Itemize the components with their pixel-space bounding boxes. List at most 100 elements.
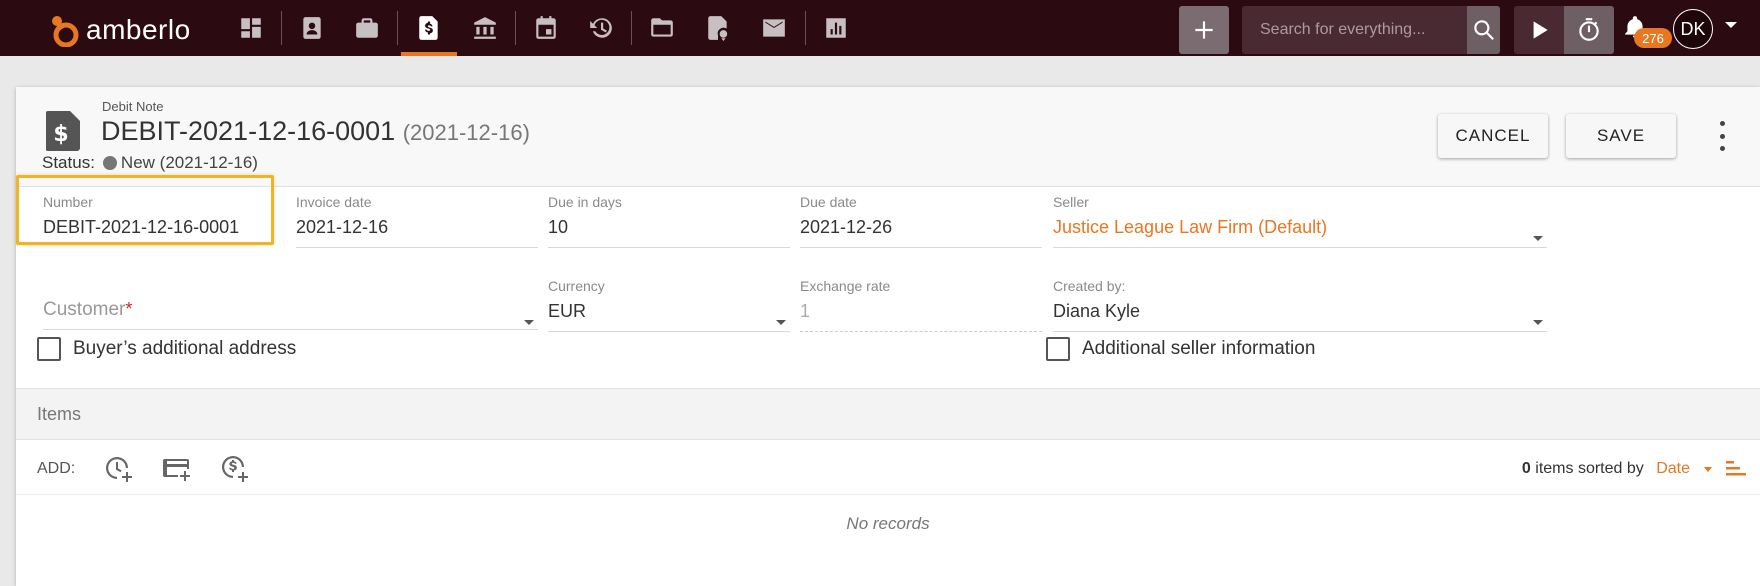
- search-icon: [1473, 20, 1494, 40]
- nav-separator: [631, 11, 632, 45]
- buyer-address-checkbox[interactable]: Buyer’s additional address: [37, 337, 296, 361]
- chevron-down-icon[interactable]: [524, 320, 534, 325]
- nav-separator: [805, 11, 806, 45]
- due-in-days-input[interactable]: 10: [548, 217, 790, 248]
- stopwatch-icon: [1579, 18, 1599, 41]
- currency-select[interactable]: Currency EUR: [548, 278, 790, 332]
- invoice-document-icon: $: [46, 111, 80, 151]
- add-label: ADD:: [37, 460, 76, 477]
- calendar-icon[interactable]: [518, 0, 574, 56]
- created-by-value[interactable]: Diana Kyle: [1053, 301, 1547, 332]
- sort-info: 0 items sorted by Date: [1522, 460, 1690, 478]
- chevron-down-icon[interactable]: [776, 320, 786, 325]
- status-badge: New (2021-12-16): [120, 153, 258, 172]
- timer-controls: [1514, 6, 1614, 54]
- status-label: Status:: [42, 153, 95, 172]
- more-options-icon[interactable]: [1717, 121, 1727, 151]
- items-count: 0: [1521, 460, 1531, 477]
- page-title: DEBIT-2021-12-16-0001 (2021-12-16): [101, 116, 530, 147]
- required-mark: *: [125, 299, 133, 319]
- invoice-date-label: Invoice date: [296, 194, 372, 210]
- seller-label: Seller: [1053, 194, 1089, 210]
- sort-order-icon[interactable]: [1724, 458, 1748, 480]
- exchange-rate-field: Exchange rate 1: [800, 278, 1042, 332]
- user-avatar[interactable]: DK: [1673, 9, 1713, 49]
- nav-separator: [515, 11, 516, 45]
- document-title-date: (2021-12-16): [402, 120, 530, 145]
- global-search-input[interactable]: [1242, 6, 1467, 54]
- global-search: [1242, 6, 1500, 54]
- invoice-icon[interactable]: [401, 0, 457, 56]
- add-new-button[interactable]: [1179, 6, 1229, 54]
- amberlo-logo-icon: [52, 16, 79, 47]
- customer-select[interactable]: Customer*: [43, 278, 538, 330]
- matters-icon[interactable]: [339, 0, 395, 56]
- items-title: Items: [37, 404, 82, 424]
- buyer-address-label: Buyer’s additional address: [73, 338, 297, 359]
- due-in-days-field[interactable]: Due in days 10: [548, 194, 790, 248]
- seller-select[interactable]: Seller Justice League Law Firm (Default): [1053, 194, 1547, 248]
- notifications-badge: 276: [1634, 28, 1672, 48]
- chevron-down-icon[interactable]: [1533, 236, 1543, 241]
- number-field[interactable]: Number DEBIT-2021-12-16-0001: [43, 194, 283, 248]
- document-number: DEBIT-2021-12-16-0001: [101, 116, 396, 146]
- top-navigation-bar: amberlo Search for everything... 276 DK: [0, 0, 1760, 56]
- nav-separator: [281, 11, 282, 45]
- customer-input[interactable]: Customer*: [43, 299, 538, 330]
- reports-icon[interactable]: [808, 0, 864, 56]
- nav-separator: [397, 11, 398, 45]
- invoice-date-input[interactable]: 2021-12-16: [296, 217, 538, 248]
- folder-icon[interactable]: [634, 0, 690, 56]
- debit-note-form: $ Debit Note DEBIT-2021-12-16-0001 (2021…: [16, 87, 1760, 586]
- add-expense-icon[interactable]: [162, 454, 192, 484]
- status-dot-icon: [102, 156, 117, 170]
- status-row: Status: New (2021-12-16): [42, 153, 258, 173]
- invoice-date-field[interactable]: Invoice date 2021-12-16: [296, 194, 538, 248]
- time-history-icon[interactable]: [573, 0, 629, 56]
- exchange-rate-label: Exchange rate: [800, 278, 891, 294]
- certificate-icon[interactable]: [690, 0, 746, 56]
- sorted-by-text: items sorted by: [1535, 460, 1644, 477]
- add-fee-icon[interactable]: [220, 454, 250, 484]
- currency-value[interactable]: EUR: [548, 301, 790, 332]
- checkbox-icon[interactable]: [1046, 337, 1070, 361]
- due-date-label: Due date: [800, 194, 857, 210]
- start-timer-button[interactable]: [1514, 6, 1564, 54]
- play-icon: [1533, 21, 1548, 39]
- user-menu-chevron-down-icon[interactable]: [1725, 22, 1737, 28]
- app-name: amberlo: [86, 14, 191, 45]
- checkbox-icon[interactable]: [37, 337, 61, 361]
- items-section-header: Items: [16, 388, 1760, 440]
- empty-items-message: No records: [846, 514, 930, 533]
- search-button[interactable]: [1467, 6, 1500, 54]
- chevron-down-icon[interactable]: [1533, 320, 1543, 325]
- bank-icon[interactable]: [457, 0, 513, 56]
- items-toolbar: ADD: 0 items sorted by Date: [16, 440, 1760, 495]
- save-button[interactable]: SAVE: [1566, 114, 1676, 158]
- seller-info-checkbox[interactable]: Additional seller information: [1046, 337, 1315, 361]
- sort-chevron-down-icon[interactable]: [1704, 467, 1712, 472]
- svg-text:$: $: [53, 122, 68, 147]
- document-type-label: Debit Note: [102, 99, 164, 114]
- seller-info-label: Additional seller information: [1082, 338, 1316, 359]
- due-date-field[interactable]: Due date 2021-12-26: [800, 194, 1042, 248]
- due-in-days-label: Due in days: [548, 194, 622, 210]
- due-date-input[interactable]: 2021-12-26: [800, 217, 1042, 248]
- form-header: $ Debit Note DEBIT-2021-12-16-0001 (2021…: [16, 87, 1760, 187]
- number-input[interactable]: DEBIT-2021-12-16-0001: [43, 217, 283, 248]
- seller-value[interactable]: Justice League Law Firm (Default): [1053, 217, 1547, 248]
- created-by-select[interactable]: Created by: Diana Kyle: [1053, 278, 1547, 332]
- mail-icon[interactable]: [746, 0, 802, 56]
- sort-field-dropdown[interactable]: Date: [1656, 460, 1690, 477]
- currency-label: Currency: [548, 278, 605, 294]
- plus-icon: [1195, 21, 1213, 39]
- number-label: Number: [43, 194, 93, 210]
- stopwatch-button[interactable]: [1564, 6, 1614, 54]
- contacts-icon[interactable]: [284, 0, 340, 56]
- exchange-rate-input: 1: [800, 301, 1042, 332]
- dashboard-icon[interactable]: [223, 0, 279, 56]
- add-time-entry-icon[interactable]: [104, 454, 134, 484]
- customer-placeholder: Customer: [43, 299, 126, 320]
- cancel-button[interactable]: CANCEL: [1438, 114, 1548, 158]
- amberlo-logo[interactable]: amberlo: [48, 13, 191, 47]
